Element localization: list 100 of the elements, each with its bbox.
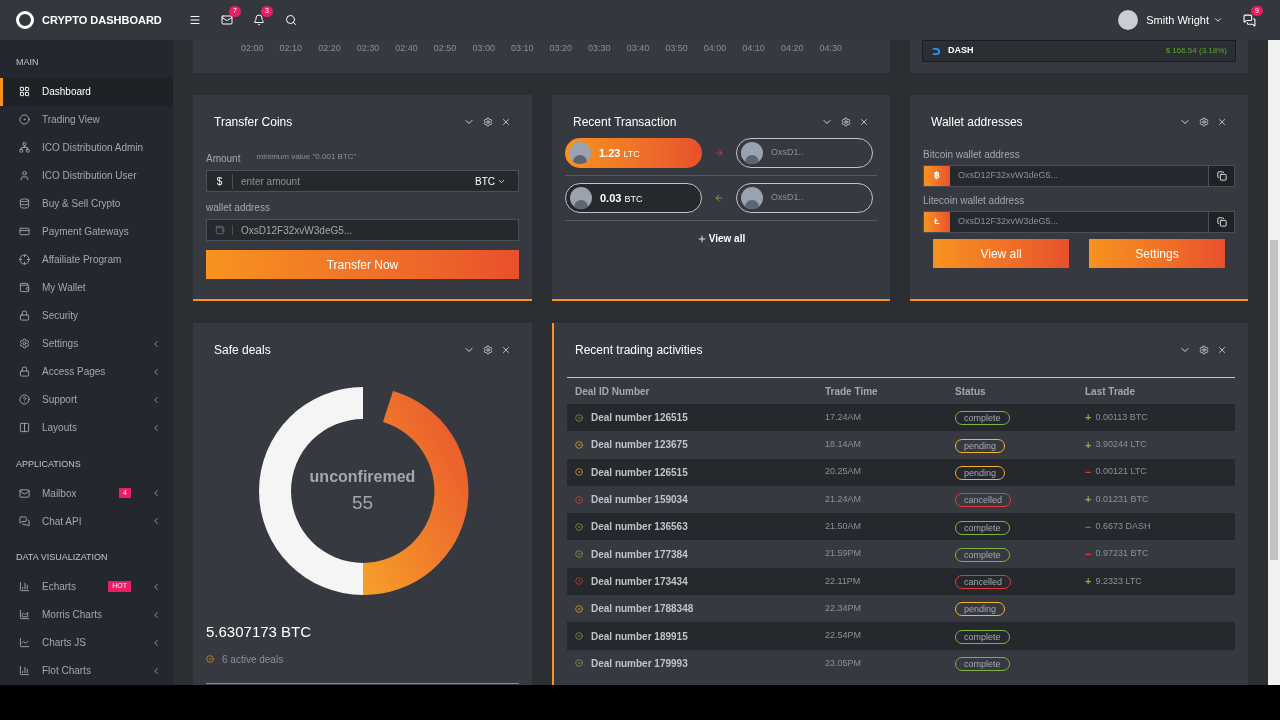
table-cell-text: Deal number 126515	[591, 465, 688, 480]
sidebar-item[interactable]: Flot Charts	[0, 656, 173, 685]
amount-field[interactable]: $ enter amount BTC	[206, 170, 519, 192]
copy-icon[interactable]	[1216, 217, 1227, 227]
table-cell-text: 21.50AM	[824, 520, 863, 534]
panel-title: Recent trading activities	[575, 342, 703, 359]
axis-label: 02:10	[279, 42, 303, 55]
coin-price: $ 166.54 (3.18%)	[1165, 45, 1227, 57]
menu-item-icon	[19, 198, 30, 209]
status-icon	[575, 413, 583, 422]
close-icon[interactable]	[501, 117, 511, 127]
menu-item-icon	[19, 114, 30, 125]
transaction-amount: 0.03 BTC	[565, 183, 702, 213]
sidebar-item[interactable]: Access Pages	[0, 357, 173, 386]
copy-icon[interactable]	[1216, 171, 1227, 181]
table-cell-text: 20.25AM	[824, 465, 863, 479]
table-cell-text: Deal number 189915	[591, 629, 688, 644]
coin-name: DASH	[948, 44, 974, 58]
table-cell-text: 22.11PM	[824, 574, 862, 588]
sidebar-section-title: MAIN	[15, 56, 40, 69]
sidebar-item[interactable]: Morris Charts	[0, 600, 173, 629]
sidebar-section-title: DATA VISUALIZATION	[15, 551, 109, 564]
coin-icon	[931, 46, 940, 56]
sidebar-item[interactable]: ICO Distribution User	[0, 161, 173, 190]
column-header: Last Trade	[1084, 384, 1137, 399]
axis-label: 04:00	[703, 42, 727, 55]
table-cell-text: Deal number 159034	[591, 493, 688, 508]
bell-icon[interactable]	[253, 14, 265, 26]
table-cell: 0.00121 LTC	[1095, 465, 1147, 479]
avatar	[741, 142, 763, 164]
trade-sign: −	[1085, 519, 1092, 535]
menu-item-icon	[19, 609, 30, 620]
sidebar-item[interactable]: Settings	[0, 329, 173, 358]
wallet-field[interactable]: OxsD12F32xvW3deG5...	[206, 219, 519, 241]
axis-label: 03:00	[472, 42, 495, 55]
settings-icon[interactable]	[483, 117, 493, 127]
status-icon	[575, 577, 583, 586]
sidebar-item[interactable]: Charts JS	[0, 628, 173, 657]
menu-item-icon	[19, 282, 30, 293]
trade-sign: +	[1085, 437, 1092, 453]
view-all-link[interactable]: View all	[696, 231, 746, 246]
panel-title: Wallet addresses	[931, 114, 1023, 131]
table-cell-text: Deal number 126515	[591, 411, 688, 426]
menu-item-icon	[19, 422, 30, 433]
settings-icon[interactable]	[483, 345, 493, 355]
avatar	[569, 142, 591, 164]
user-avatar[interactable]	[1118, 10, 1139, 30]
table-cell-text: 0.01231 BTC	[1095, 492, 1149, 506]
close-icon[interactable]	[1217, 117, 1227, 127]
sidebar-item[interactable]: Layouts	[0, 413, 173, 442]
menu-item-icon	[19, 254, 30, 265]
search-icon[interactable]	[285, 14, 297, 26]
sidebar-item[interactable]: Security	[0, 301, 173, 330]
sidebar-item[interactable]: My Wallet	[0, 273, 173, 302]
menu-item-icon	[19, 515, 30, 527]
status-icon	[206, 655, 214, 663]
chat-icon[interactable]	[1243, 13, 1256, 27]
menu-item-icon	[19, 86, 30, 97]
close-icon[interactable]	[501, 345, 511, 355]
sidebar-item[interactable]: ICO Distribution Admin	[0, 133, 173, 162]
close-icon[interactable]	[859, 117, 869, 127]
axis-label: 04:30	[819, 42, 842, 55]
wallet-address-field[interactable]: ฿ OxsD12F32xvW3deG5...	[923, 165, 1235, 187]
axis-label: 03:40	[626, 42, 650, 55]
logo-icon	[16, 11, 34, 29]
menu-icon[interactable]	[189, 14, 201, 26]
field-label: Litecoin wallet address	[923, 194, 1026, 208]
axis-label: 04:10	[742, 42, 765, 55]
sidebar-item[interactable]: Trading View	[0, 105, 173, 134]
menu-item-icon	[19, 170, 30, 181]
sidebar-item[interactable]: Buy & Sell Crypto	[0, 189, 173, 218]
column-header: Deal ID Number	[574, 384, 651, 399]
settings-icon[interactable]	[841, 117, 851, 127]
axis-label: 04:20	[780, 42, 804, 55]
wallet-address-field[interactable]: Ł OxsD12F32xvW3deG5...	[923, 211, 1235, 233]
table-cell-text: Deal number 177384	[591, 547, 688, 562]
user-menu[interactable]: Smith Wright	[1146, 11, 1223, 29]
currency-dropdown[interactable]: BTC	[463, 173, 518, 189]
close-icon[interactable]	[1217, 345, 1227, 355]
table-cell-text: 21.59PM	[824, 547, 863, 561]
status-icon	[575, 659, 583, 668]
sidebar-item[interactable]: Affailiate Program	[0, 245, 173, 274]
status-icon	[575, 440, 583, 449]
mail-icon[interactable]	[221, 14, 233, 26]
table-cell-text: 18.14AM	[824, 438, 863, 452]
app-title: CRYPTO DASHBOARD	[42, 12, 162, 28]
menu-item-icon	[19, 394, 30, 405]
caret-icon	[1213, 15, 1223, 25]
trade-sign: +	[1085, 574, 1092, 590]
trade-sign: +	[1085, 492, 1092, 508]
sidebar-item[interactable]: Payment Gateways	[0, 217, 173, 246]
axis-label: 02:40	[395, 42, 418, 55]
sidebar-item[interactable]: Dashboard	[0, 77, 173, 106]
status-icon	[575, 468, 583, 477]
settings-icon[interactable]	[1199, 117, 1209, 127]
table-cell-text: Deal number 136563	[591, 520, 688, 535]
sidebar-item[interactable]: Support	[0, 385, 173, 414]
settings-icon[interactable]	[1199, 345, 1209, 355]
status-icon	[575, 550, 583, 559]
sidebar-item[interactable]: Chat API	[0, 507, 173, 535]
